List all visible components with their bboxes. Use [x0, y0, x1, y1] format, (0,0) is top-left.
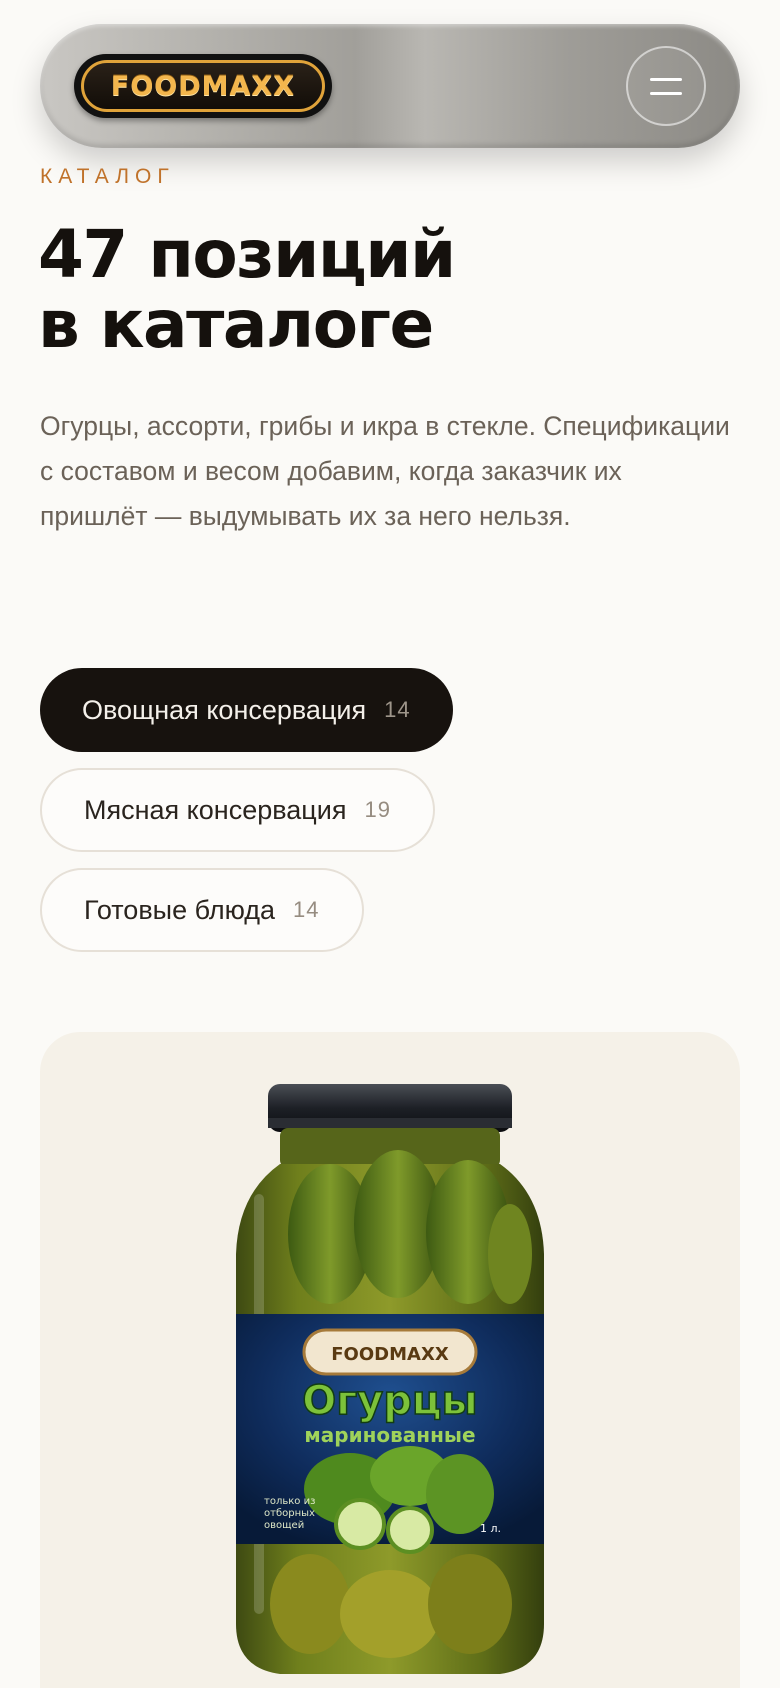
label-note-2: отборных	[264, 1508, 315, 1519]
logo-text: FOODMAXX	[110, 70, 296, 102]
section-eyebrow: КАТАЛОГ	[40, 165, 175, 188]
label-title: Огурцы	[302, 1378, 477, 1424]
hamburger-menu-icon	[650, 77, 682, 81]
product-card[interactable]: FOODMAXX Огурцы маринованные только из о…	[40, 1032, 740, 1688]
page-title-line-1: 47 позиций	[38, 216, 456, 293]
page-title-line-2: в каталоге	[38, 286, 434, 363]
category-chip-label: Мясная консервация	[84, 794, 347, 825]
catalog-page: FOODMAXX КАТАЛОГ 47 позиций в каталоге О…	[0, 0, 780, 1688]
category-chip-meat[interactable]: Мясная консервация 19	[40, 768, 435, 852]
label-note-1: только из	[264, 1496, 315, 1507]
category-chip-vegetable[interactable]: Овощная консервация 14	[40, 668, 453, 752]
label-brand: FOODMAXX	[331, 1344, 449, 1365]
label-note-3: овощей	[264, 1520, 304, 1531]
site-header: FOODMAXX	[40, 24, 740, 148]
logo-badge: FOODMAXX	[81, 60, 325, 112]
page-title: 47 позиций в каталоге	[38, 220, 738, 360]
catalog-description: Огурцы, ассорти, грибы и икра в стекле. …	[40, 411, 730, 531]
category-chip-label: Овощная консервация	[82, 694, 367, 725]
menu-button[interactable]	[626, 46, 706, 126]
hamburger-menu-icon-line	[650, 91, 682, 95]
category-chip-count: 14	[384, 697, 411, 722]
foodmaxx-logo[interactable]: FOODMAXX	[74, 54, 332, 118]
label-subtitle: маринованные	[304, 1423, 475, 1447]
pickle-jar-image: FOODMAXX Огурцы маринованные только из о…	[236, 1084, 544, 1674]
label-volume: 1 л.	[480, 1522, 501, 1535]
category-chip-count: 19	[364, 797, 391, 822]
category-chip-ready-meals[interactable]: Готовые блюда 14	[40, 868, 364, 952]
category-chip-label: Готовые блюда	[84, 894, 276, 925]
category-chip-count: 14	[293, 897, 320, 922]
